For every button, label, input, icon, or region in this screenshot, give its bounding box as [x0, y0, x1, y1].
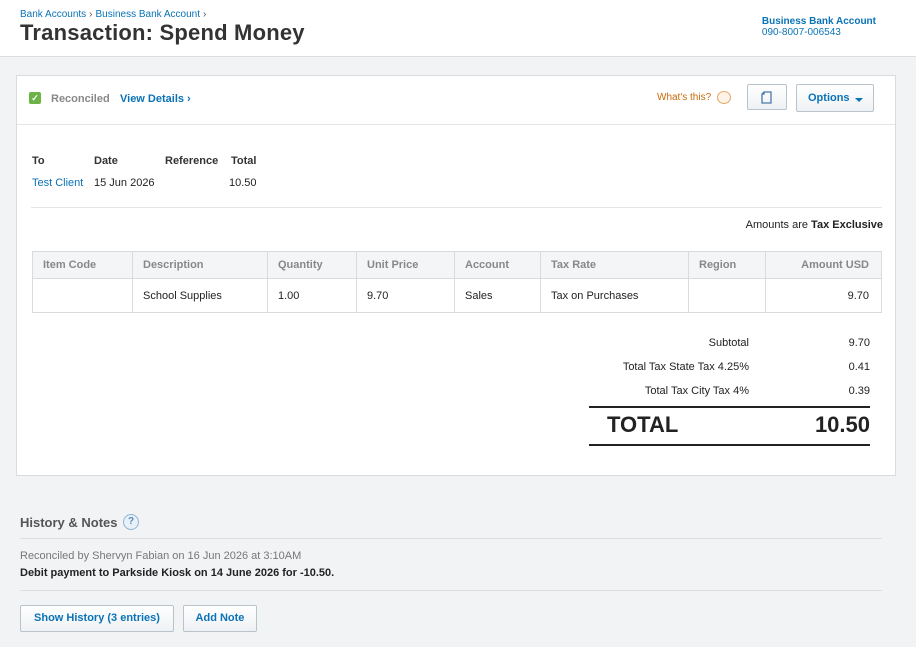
page-header: Bank Accounts › Business Bank Account › Tra…: [0, 0, 916, 57]
cell-unit-price: 9.70: [356, 278, 455, 313]
total-header: Total: [231, 155, 257, 167]
status-bar: ✓ Reconciled View Details › What's this?…: [17, 76, 895, 125]
col-description: Description: [132, 251, 268, 279]
checkmark-icon: ✓: [29, 92, 41, 104]
divider: [31, 207, 882, 208]
cell-amount: 9.70: [765, 278, 882, 313]
col-unit-price: Unit Price: [356, 251, 455, 279]
amounts-note: Amounts are Tax Exclusive: [746, 219, 883, 231]
city-tax-value: 0.39: [848, 385, 870, 397]
cell-tax-rate: Tax on Purchases: [540, 278, 689, 313]
reconciled-status: Reconciled: [51, 93, 110, 105]
history-title: History & Notes: [20, 515, 118, 530]
divider: [20, 590, 882, 591]
history-entry-meta: Reconciled by Shervyn Fabian on 16 Jun 2…: [20, 550, 302, 562]
col-item-code: Item Code: [32, 251, 133, 279]
date-header: Date: [94, 155, 118, 167]
col-quantity: Quantity: [267, 251, 357, 279]
breadcrumb-separator: ›: [89, 9, 93, 20]
col-account: Account: [454, 251, 541, 279]
col-amount: Amount USD: [765, 251, 882, 279]
date-value: 15 Jun 2026: [94, 177, 155, 189]
account-number: 090-8007-006543: [761, 27, 841, 38]
account-name-link[interactable]: Business Bank Account: [762, 16, 876, 27]
chevron-down-icon: [855, 98, 863, 102]
history-entry-detail: Debit payment to Parkside Kiosk on 14 Ju…: [20, 567, 335, 579]
breadcrumb: Bank Accounts › Business Bank Account ›: [20, 9, 209, 20]
reference-header: Reference: [165, 155, 219, 167]
copy-icon: [761, 91, 772, 104]
tax-mode: Tax Exclusive: [811, 219, 883, 231]
add-note-button[interactable]: Add Note: [183, 605, 257, 632]
whats-this-link[interactable]: What's this?: [657, 92, 711, 103]
total-rule-bottom: [589, 444, 870, 446]
breadcrumb-separator: ›: [203, 9, 207, 20]
to-header: To: [32, 155, 45, 167]
cell-quantity: 1.00: [267, 278, 357, 313]
view-details-link[interactable]: View Details ›: [120, 93, 191, 105]
table-row: School Supplies 1.00 9.70 Sales Tax on P…: [32, 278, 882, 313]
show-history-button[interactable]: Show History (3 entries): [20, 605, 174, 632]
total-value: 10.50: [229, 177, 257, 189]
breadcrumb-bank-accounts[interactable]: Bank Accounts: [20, 9, 86, 20]
subtotal-label: Subtotal: [708, 337, 749, 349]
grand-total-value: 10.50: [814, 412, 870, 437]
help-icon[interactable]: ?: [123, 514, 139, 530]
total-rule-top: [589, 406, 870, 408]
options-label: Options: [808, 92, 850, 104]
speech-bubble-icon[interactable]: [717, 91, 731, 104]
amounts-prefix: Amounts are: [745, 219, 812, 231]
contact-link[interactable]: Test Client: [32, 177, 83, 189]
options-button[interactable]: Options: [796, 84, 874, 112]
breadcrumb-business-bank-account[interactable]: Business Bank Account: [96, 9, 201, 20]
col-tax-rate: Tax Rate: [540, 251, 689, 279]
cell-description: School Supplies: [132, 278, 268, 313]
account-info: Business Bank Account 090-8007-006543: [762, 16, 876, 38]
cell-region: [688, 278, 766, 313]
divider: [20, 538, 882, 539]
page-title: Transaction: Spend Money: [20, 20, 305, 45]
grand-total-label: TOTAL: [607, 412, 679, 437]
city-tax-label: Total Tax City Tax 4%: [644, 385, 749, 397]
line-items-table: Item Code Description Quantity Unit Pric…: [32, 251, 882, 313]
state-tax-value: 0.41: [848, 361, 870, 373]
table-header-row: Item Code Description Quantity Unit Pric…: [32, 251, 882, 279]
cell-account: Sales: [454, 278, 541, 313]
cell-item-code: [32, 278, 133, 313]
copy-button[interactable]: [747, 84, 787, 110]
state-tax-label: Total Tax State Tax 4.25%: [622, 361, 749, 373]
col-region: Region: [688, 251, 766, 279]
subtotal-value: 9.70: [848, 337, 870, 349]
transaction-panel: ✓ Reconciled View Details › What's this?…: [16, 75, 896, 476]
